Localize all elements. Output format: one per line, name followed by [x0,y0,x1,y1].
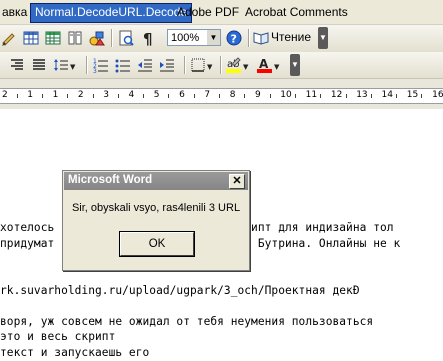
ruler-tick [117,94,119,98]
horizontal-ruler[interactable]: 2 1 1 2 3 4 5 6 7 8 9 10 11 12 13 14 15 16 [0,88,443,104]
menu-bar: авка Normal.DecodeURL.Decode Adobe PDF A… [0,0,443,25]
svg-text:▼: ▼ [70,63,76,71]
show-formatting-icon[interactable]: ¶ [139,29,157,48]
svg-text:¶: ¶ [143,30,153,47]
ruler-tick [370,94,372,98]
ruler-number: 16 [432,90,443,100]
menu-item-adobe-pdf[interactable]: Adobe PDF [173,3,243,21]
numbered-list-icon[interactable]: 123 [92,56,110,75]
document-line-url: rk.suvarholding.ru/upload/ugpark/3_och/П… [0,284,360,297]
edit-icon[interactable] [0,29,18,47]
ruler-number: 5 [153,90,160,100]
toolbar-options-icon[interactable]: ▼ [318,27,328,49]
ruler-tick [143,94,145,98]
align-right-icon[interactable] [8,56,26,74]
ruler-number: 1 [52,90,59,100]
svg-text:3: 3 [93,68,97,74]
document-top-margin [0,110,443,138]
ok-button[interactable]: OK [119,231,195,257]
increase-indent-icon[interactable] [158,56,176,74]
document-line-6: текст и запускаешь его [0,346,150,359]
bulleted-list-icon[interactable] [114,56,132,74]
ruler-tick [320,94,322,98]
document-line-5: это и весь скрипт [0,330,116,343]
svg-text:▼: ▼ [207,63,213,71]
ruler-tick [67,94,69,98]
ruler-tick [421,94,423,98]
line-spacing-icon[interactable]: ▼ [52,56,76,74]
message-dialog: Microsoft Word ✕ Sir, obyskali vsyo, ras… [62,170,250,271]
zoom-select[interactable]: 100% ▼ [167,29,221,46]
document-line-4: воря, уж совсем не ожидал от тебя неумен… [0,315,374,328]
menu-item-insert[interactable]: авка [0,3,31,21]
read-mode-button[interactable]: Чтение [253,29,315,47]
ruler-number: 1 [27,90,34,100]
highlight-icon[interactable]: ab▼ [225,56,251,74]
ruler-number: 2 [2,90,8,100]
ruler-tick [193,94,195,98]
chevron-down-icon[interactable]: ▼ [207,30,220,45]
ruler-area: 2 1 1 2 3 4 5 6 7 8 9 10 11 12 13 14 15 16 [0,79,443,109]
ruler-number: 14 [381,90,393,100]
dialog-message: Sir, obyskali vsyo, ras4lenili 3 URL [71,202,241,214]
ruler-tick [269,94,271,98]
font-color-icon[interactable]: A ▼ [256,56,282,74]
ruler-number: 3 [103,90,109,100]
close-icon[interactable]: ✕ [229,174,245,189]
svg-text:▼: ▼ [243,63,249,71]
justify-icon[interactable] [30,56,48,74]
ruler-number: 10 [280,90,292,100]
ruler-number: 12 [330,90,343,100]
borders-icon[interactable]: ▼ [190,56,216,74]
ruler-number: 15 [406,90,419,100]
menu-item-decodeurl-macro[interactable]: Normal.DecodeURL.Decode [30,3,193,23]
ruler-tick [16,94,18,98]
decrease-indent-icon[interactable] [136,56,154,74]
ruler-number: 8 [229,90,236,100]
dialog-title: Microsoft Word [68,174,153,186]
svg-text:▼: ▼ [274,63,280,71]
svg-text:A: A [259,57,269,71]
ruler-number: 11 [305,90,318,100]
ruler-number: 2 [77,90,84,100]
ruler-number: 9 [255,90,261,100]
ruler-tick [244,94,246,98]
ruler-tick [92,94,94,98]
ruler-number: 6 [179,90,185,100]
table-icon[interactable] [22,29,40,47]
ruler-tick [345,94,347,98]
zoom-value: 100% [171,32,200,44]
standard-toolbar: ¶ 100% ▼ ? Чтение ▼ [0,25,443,53]
read-mode-label: Чтение [271,30,312,44]
ruler-number: 7 [204,90,211,100]
ruler-tick [294,94,296,98]
dialog-title-bar[interactable]: Microsoft Word ✕ [64,172,248,190]
ruler-number: 4 [128,90,135,100]
ruler-tick [168,94,170,98]
menu-item-acrobat-comments[interactable]: Acrobat Comments [241,3,352,21]
columns-icon[interactable] [66,29,84,47]
svg-text:?: ? [231,33,237,46]
ruler-tick [41,94,43,98]
ruler-tick [396,94,398,98]
drawing-icon[interactable] [88,29,106,47]
excel-sheet-icon[interactable] [44,29,62,47]
open-book-icon [253,32,269,45]
help-icon[interactable]: ? [225,29,243,47]
toolbar-options-icon-2[interactable]: ▼ [290,54,300,76]
ruler-number: 13 [356,90,368,100]
document-map-icon[interactable] [117,29,135,47]
formatting-toolbar: ▼ 123 ▼ ab▼ A▼ ▼ [0,52,443,79]
ruler-tick [219,94,221,98]
